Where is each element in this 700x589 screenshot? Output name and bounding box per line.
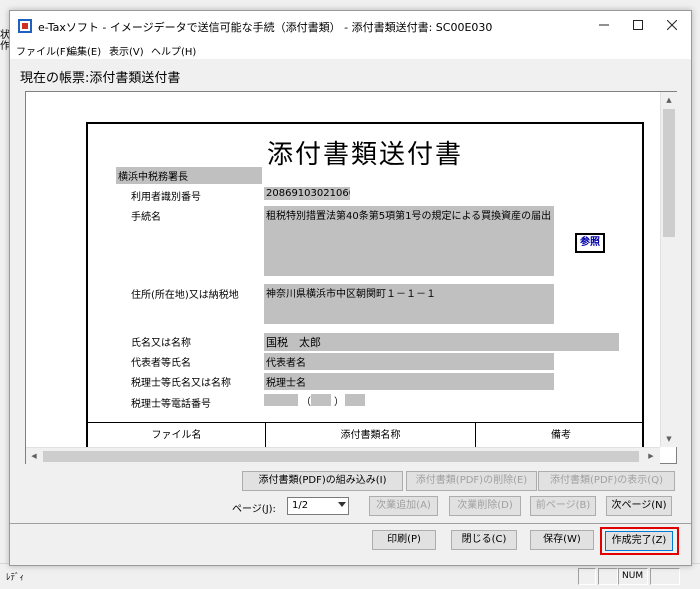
menu-bar: ファイル(F) 編集(E) 表示(V) ヘルプ(H): [10, 41, 691, 59]
name-field: 国税 太郎: [264, 333, 619, 351]
separator-line: [10, 523, 691, 524]
phone-area-field: [264, 394, 298, 406]
title-bar[interactable]: e-Taxソフト - イメージデータで送信可能な手続（添付書類） - 添付書類送…: [10, 11, 691, 41]
representative-label: 代表者等氏名: [131, 358, 191, 369]
window-title: e-Taxソフト - イメージデータで送信可能な手続（添付書類） - 添付書類送…: [38, 21, 493, 34]
menu-help[interactable]: ヘルプ(H): [151, 43, 196, 58]
phone-separator-open: （: [301, 397, 311, 408]
user-id-field: 2086910302106038: [264, 187, 350, 200]
next-page-button[interactable]: 次ページ(N): [606, 496, 672, 516]
minimize-icon: [599, 24, 609, 26]
accountant-phone-label: 税理士等電話番号: [131, 399, 211, 410]
print-button[interactable]: 印刷(P): [372, 530, 436, 550]
scroll-up-arrow-icon[interactable]: ▲: [661, 92, 677, 108]
app-icon: [18, 19, 32, 33]
close-icon: [666, 19, 678, 31]
scroll-right-arrow-icon[interactable]: ▶: [643, 448, 659, 464]
maximize-icon: [633, 20, 643, 30]
horizontal-scroll-thumb[interactable]: [43, 451, 639, 462]
document-viewer: 添付書類送付書 横浜中税務署長 利用者識別番号 2086910302106038…: [25, 91, 677, 464]
menu-edit[interactable]: 編集(E): [67, 43, 101, 58]
close-button[interactable]: 閉じる(C): [451, 530, 517, 550]
document-title: 添付書類送付書: [266, 140, 463, 170]
page-label: ページ(J):: [232, 504, 276, 515]
table-header-attachment-name: 添付書類名称: [266, 422, 476, 447]
phone-number-field: [345, 394, 365, 406]
menu-file[interactable]: ファイル(F): [16, 43, 70, 58]
save-button[interactable]: 保存(W): [530, 530, 594, 550]
status-num: NUM: [618, 568, 648, 585]
status-text: ﾚﾃﾞｨ: [6, 573, 25, 583]
vertical-scrollbar[interactable]: ▲ ▼: [660, 92, 677, 447]
vertical-scroll-thumb[interactable]: [663, 109, 675, 237]
dropdown-arrow-icon: [338, 502, 346, 507]
background-status-bar: ﾚﾃﾞｨ NUM: [0, 563, 700, 589]
document-sheet: 添付書類送付書 横浜中税務署長 利用者識別番号 2086910302106038…: [86, 122, 644, 447]
table-header-filename: ファイル名: [88, 422, 266, 447]
address-field: 神奈川県横浜市中区朝関町１－１－１: [264, 284, 554, 324]
procedure-field: 租税特別措置法第40条第5項第1号の規定による買換資産の届出: [264, 206, 554, 276]
accountant-field: 税理士名: [264, 373, 554, 390]
accountant-label: 税理士等氏名又は名称: [131, 378, 231, 389]
table-header-remarks: 備考: [476, 422, 642, 447]
name-label: 氏名又は名称: [131, 338, 191, 349]
procedure-label: 手続名: [131, 212, 161, 223]
representative-field: 代表者名: [264, 353, 554, 370]
status-cell: [650, 568, 680, 585]
previous-page-button[interactable]: 前ページ(B): [530, 496, 596, 516]
status-cell: [598, 568, 618, 585]
delete-work-button[interactable]: 次業削除(D): [449, 496, 521, 516]
address-label: 住所(所在地)又は納税地: [131, 290, 239, 301]
complete-button[interactable]: 作成完了(Z): [605, 531, 673, 551]
reference-button[interactable]: 参照: [575, 233, 605, 253]
current-form-label: 現在の帳票:添付書類送付書: [20, 71, 181, 86]
scroll-left-arrow-icon[interactable]: ◀: [26, 448, 42, 464]
close-window-button[interactable]: [655, 11, 689, 41]
delete-pdf-button[interactable]: 添付書類(PDF)の削除(E): [406, 471, 537, 491]
horizontal-scrollbar[interactable]: ◀ ▶: [26, 447, 660, 464]
scroll-down-arrow-icon[interactable]: ▼: [661, 431, 677, 447]
page-select[interactable]: 1/2: [287, 497, 349, 515]
attach-pdf-button[interactable]: 添付書類(PDF)の組み込み(I): [242, 471, 403, 491]
user-id-label: 利用者識別番号: [131, 192, 201, 203]
show-pdf-button[interactable]: 添付書類(PDF)の表示(Q): [538, 471, 675, 491]
maximize-button[interactable]: [621, 11, 655, 41]
add-work-button[interactable]: 次業追加(A): [369, 496, 438, 516]
status-cell: [578, 568, 596, 585]
etax-window: e-Taxソフト - イメージデータで送信可能な手続（添付書類） - 添付書類送…: [9, 10, 692, 566]
menu-view[interactable]: 表示(V): [109, 43, 144, 58]
phone-separator-close: ）: [334, 397, 344, 408]
phone-exchange-field: [311, 394, 331, 406]
page-select-value: 1/2: [292, 500, 309, 511]
minimize-button[interactable]: [587, 11, 621, 41]
tax-office-field: 横浜中税務署長: [116, 167, 262, 184]
